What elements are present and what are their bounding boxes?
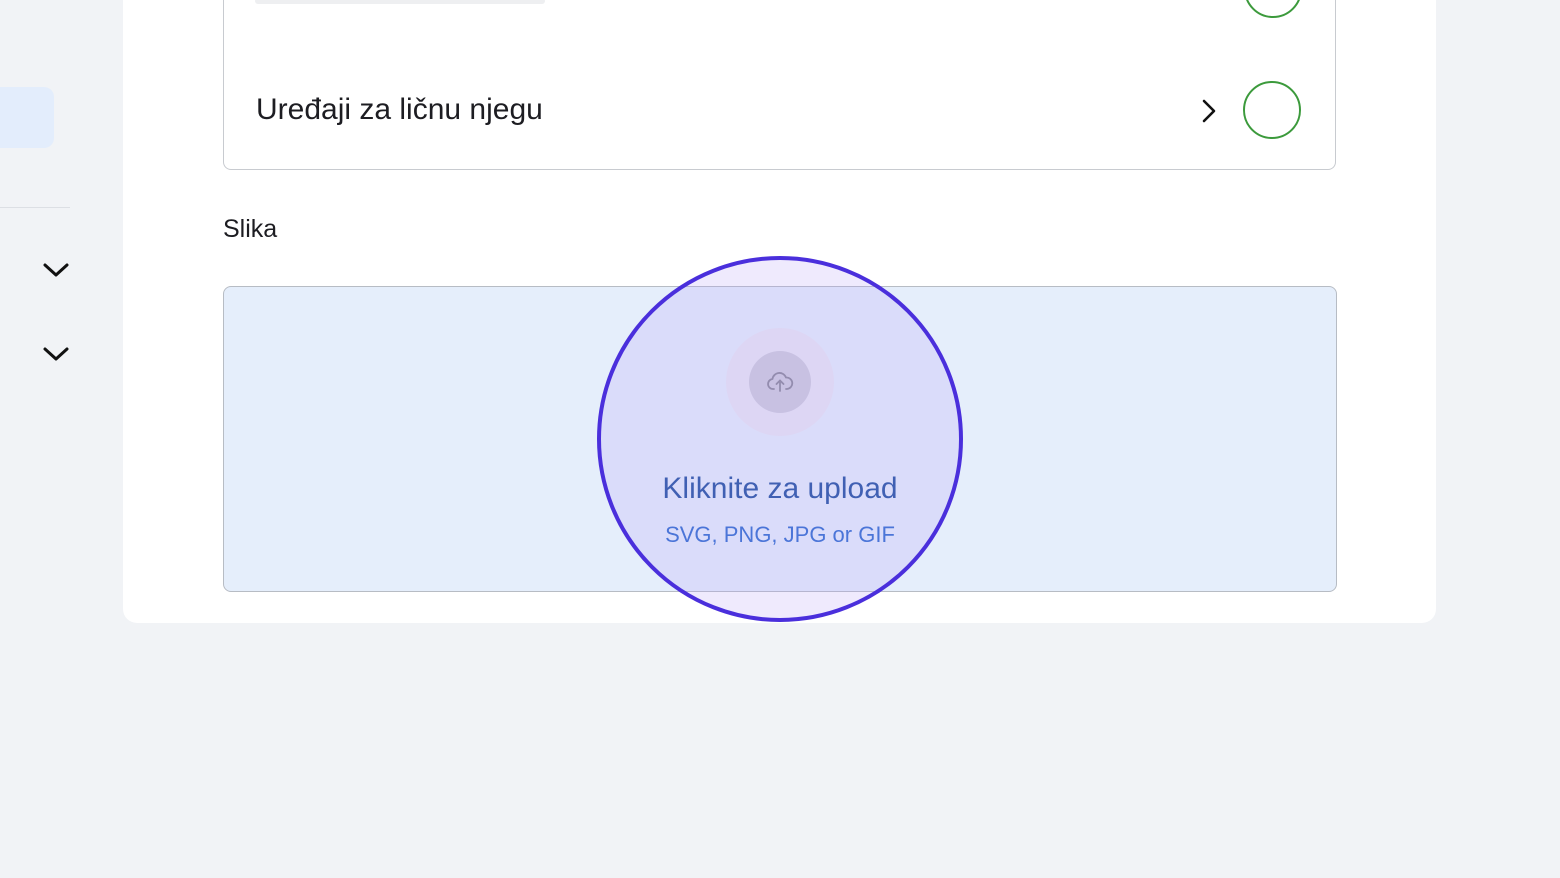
page: Uređaji za ličnu njegu Slika Kliknite za… (0, 0, 1560, 878)
upload-file-types: SVG, PNG, JPG or GIF (665, 522, 895, 547)
sidebar-active-item[interactable] (0, 87, 54, 148)
cloud-upload-icon (767, 372, 794, 392)
image-section-label: Slika (223, 215, 278, 243)
sidebar-expand-button-2[interactable] (40, 338, 72, 370)
category-list (223, 0, 1336, 170)
upload-icon-badge (749, 351, 811, 413)
chevron-right-icon (1202, 99, 1216, 123)
chevron-down-icon (43, 347, 69, 361)
sidebar-expand-button-1[interactable] (40, 254, 72, 286)
category-radio[interactable] (1243, 81, 1301, 139)
upload-title[interactable]: Kliknite za upload (560, 470, 1000, 508)
sidebar-divider (0, 207, 70, 208)
category-row-label[interactable]: Uređaji za ličnu njegu (256, 90, 543, 130)
chevron-down-icon (43, 263, 69, 277)
category-row-partial (255, 0, 545, 4)
category-expand-button[interactable] (1194, 95, 1224, 127)
